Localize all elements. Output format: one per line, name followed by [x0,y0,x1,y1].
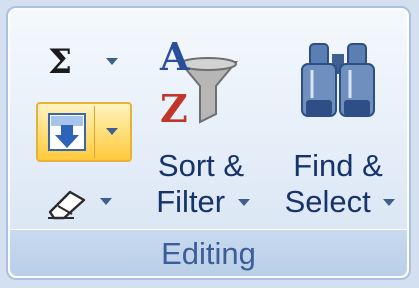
sort-filter-line2: Filter [156,184,226,219]
find-select-button[interactable]: Find & Select [274,30,402,236]
eraser-icon [48,190,86,220]
autosum-button[interactable]: Σ [36,34,132,90]
clear-button[interactable] [36,176,132,232]
chevron-down-icon[interactable] [383,199,396,206]
sort-filter-line1: Sort & [157,148,245,183]
sort-az-funnel-icon: A Z [159,34,238,130]
sort-filter-button[interactable]: A Z Sort & Filter [142,30,260,236]
editing-group: Σ A Z Sort & Filter Find & Select Editin… [6,6,411,280]
find-select-line2: Select [284,184,371,219]
chevron-down-icon[interactable] [100,198,112,205]
split-divider [94,106,95,158]
find-select-line2-wrap: Select [274,184,402,220]
sort-filter-label: Sort & Filter [136,148,266,220]
svg-text:Z: Z [160,86,188,130]
chevron-down-icon[interactable] [237,199,250,206]
fill-down-icon [48,113,86,151]
svg-text:A: A [159,34,190,79]
group-footer: Editing [10,229,407,276]
sort-filter-line2-wrap: Filter [136,184,266,220]
sigma-icon: Σ [48,42,73,82]
binoculars-icon [301,43,375,117]
fill-button[interactable] [36,102,132,162]
chevron-down-icon[interactable] [106,128,118,135]
find-select-label: Find & Select [274,148,402,220]
find-select-line1: Find & [293,148,383,183]
chevron-down-icon[interactable] [106,58,118,65]
group-label: Editing [161,236,256,271]
